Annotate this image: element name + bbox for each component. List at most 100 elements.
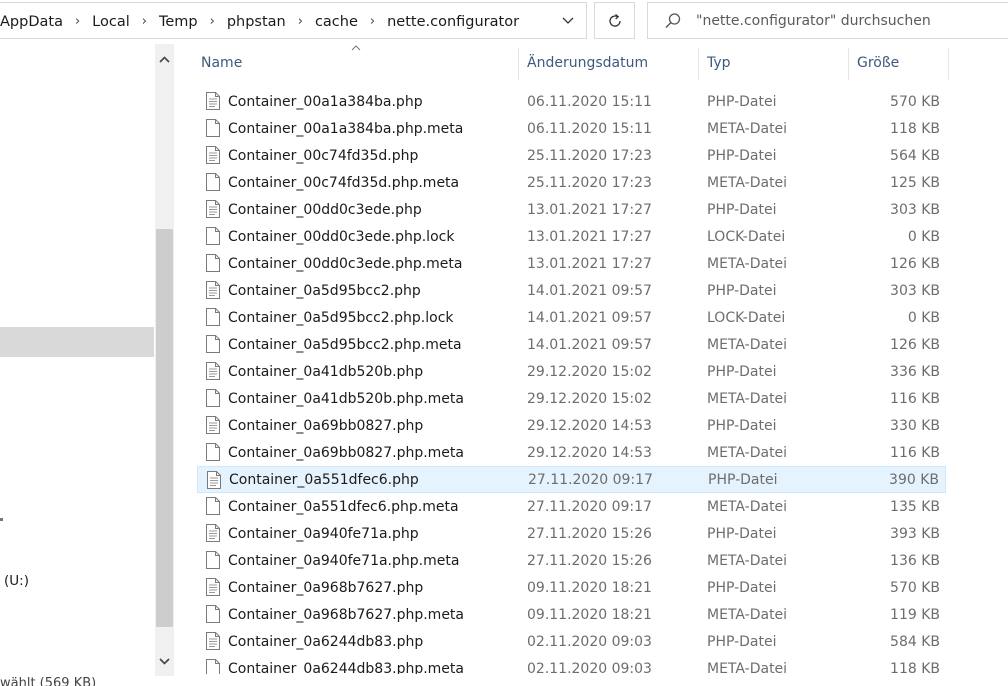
file-row[interactable]: Container_0a940fe71a.php.meta 27.11.2020 … (197, 547, 946, 574)
file-row[interactable]: Container_00dd0c3ede.php.meta 13.01.2021 … (197, 250, 946, 277)
breadcrumb-separator-icon[interactable]: › (289, 14, 312, 29)
column-divider[interactable] (518, 48, 519, 80)
navigation-pane: (U:) (0, 44, 176, 676)
generic-file-icon (206, 227, 220, 249)
file-name: Container_0a69bb0827.php (228, 417, 424, 434)
scroll-up-button[interactable] (155, 44, 174, 74)
file-row[interactable]: Container_0a6244db83.php 02.11.2020 09:03… (197, 628, 946, 655)
php-file-icon (206, 200, 220, 222)
scroll-thumb[interactable] (156, 229, 173, 627)
file-name: Container_0a41db520b.php (228, 363, 424, 380)
php-file-icon (206, 146, 220, 168)
file-row[interactable]: Container_00c74fd35d.php 25.11.2020 17:23… (197, 142, 946, 169)
file-row[interactable]: Container_00dd0c3ede.php 13.01.2021 17:27… (197, 196, 946, 223)
file-date: 09.11.2020 18:21 (527, 579, 652, 596)
nav-item-marker (0, 518, 3, 521)
nav-selected-item[interactable] (0, 327, 154, 357)
column-header-name[interactable]: Name (201, 44, 242, 82)
file-row[interactable]: Container_00c74fd35d.php.meta 25.11.2020 … (197, 169, 946, 196)
file-date: 13.01.2021 17:27 (527, 255, 652, 272)
breadcrumb-separator-icon[interactable]: › (66, 14, 89, 29)
sort-ascending-icon (351, 45, 361, 51)
file-date: 09.11.2020 18:21 (527, 606, 652, 623)
chevron-down-icon (159, 657, 170, 665)
breadcrumb-nette-configurator[interactable]: nette.configurator (384, 14, 522, 30)
column-divider[interactable] (848, 48, 849, 80)
column-divider[interactable] (698, 48, 699, 80)
generic-file-icon (206, 443, 220, 465)
status-bar-text: wählt (569 KB) (0, 676, 97, 686)
nav-drive-u[interactable]: (U:) (4, 573, 29, 589)
file-name: Container_0a6244db83.php (228, 633, 424, 650)
file-name: Container_0a940fe71a.php (228, 525, 419, 542)
search-box[interactable] (647, 2, 1008, 39)
file-size: 135 KB (890, 498, 940, 515)
file-row[interactable]: Container_00a1a384ba.php 06.11.2020 15:11… (197, 88, 946, 115)
file-name: Container_00dd0c3ede.php (228, 201, 422, 218)
file-row[interactable]: Container_0a69bb0827.php 29.12.2020 14:53… (197, 412, 946, 439)
file-row[interactable]: Container_0a5d95bcc2.php 14.01.2021 09:57… (197, 277, 946, 304)
file-date: 14.01.2021 09:57 (527, 309, 652, 326)
breadcrumb-cache[interactable]: cache (312, 14, 361, 30)
file-date: 27.11.2020 15:26 (527, 552, 652, 569)
breadcrumb-separator-icon[interactable]: › (133, 14, 156, 29)
refresh-button[interactable] (594, 2, 635, 39)
generic-file-icon (206, 497, 220, 519)
breadcrumb: AppData › Local › Temp › phpstan › cache… (0, 3, 522, 40)
generic-file-icon (206, 605, 220, 627)
file-size: 584 KB (890, 633, 940, 650)
php-file-icon (206, 632, 220, 654)
file-type: META-Datei (707, 498, 788, 515)
file-row[interactable]: Container_0a551dfec6.php.meta 27.11.2020 … (197, 493, 946, 520)
file-row[interactable]: Container_0a41db520b.php 29.12.2020 15:02… (197, 358, 946, 385)
generic-file-icon (206, 119, 220, 141)
file-name: Container_00c74fd35d.php.meta (228, 174, 460, 191)
breadcrumb-separator-icon[interactable]: › (201, 14, 224, 29)
file-row[interactable]: Container_00dd0c3ede.php.lock 13.01.2021 … (197, 223, 946, 250)
file-name: Container_0a5d95bcc2.php.meta (228, 336, 462, 353)
column-header-type[interactable]: Typ (707, 44, 731, 82)
generic-file-icon (206, 659, 220, 674)
file-type: PHP-Datei (707, 417, 777, 434)
file-row[interactable]: Container_0a5d95bcc2.php.lock 14.01.2021 … (197, 304, 946, 331)
php-file-icon (206, 281, 220, 303)
generic-file-icon (206, 173, 220, 195)
scroll-down-button[interactable] (155, 646, 174, 676)
file-row[interactable]: Container_0a5d95bcc2.php.meta 14.01.2021 … (197, 331, 946, 358)
file-row[interactable]: Container_0a69bb0827.php.meta 29.12.2020 … (197, 439, 946, 466)
file-row[interactable]: Container_0a940fe71a.php 27.11.2020 15:26… (197, 520, 946, 547)
file-row[interactable]: Container_0a968b7627.php.meta 09.11.2020 … (197, 601, 946, 628)
breadcrumb-temp[interactable]: Temp (156, 14, 201, 30)
file-row[interactable]: Container_0a6244db83.php.meta 02.11.2020 … (197, 655, 946, 674)
breadcrumb-local[interactable]: Local (89, 14, 133, 30)
file-row[interactable]: Container_0a551dfec6.php 27.11.2020 09:17… (197, 466, 946, 493)
file-row[interactable]: Container_0a968b7627.php 09.11.2020 18:21… (197, 574, 946, 601)
file-date: 27.11.2020 09:17 (527, 498, 652, 515)
file-type: META-Datei (707, 660, 788, 675)
breadcrumb-separator-icon[interactable]: › (361, 14, 384, 29)
column-header-date[interactable]: Änderungsdatum (527, 44, 648, 82)
chevron-down-icon (562, 17, 573, 24)
file-size: 116 KB (890, 444, 940, 461)
address-history-dropdown[interactable] (549, 3, 586, 38)
file-list: Container_00a1a384ba.php 06.11.2020 15:11… (197, 88, 946, 674)
breadcrumb-phpstan[interactable]: phpstan (224, 14, 289, 30)
file-type: META-Datei (707, 552, 788, 569)
search-input[interactable] (696, 3, 1006, 38)
column-divider[interactable] (948, 48, 949, 80)
file-size: 118 KB (890, 660, 940, 675)
breadcrumb-appdata[interactable]: AppData (0, 14, 66, 30)
file-size: 119 KB (890, 606, 940, 623)
file-size: 570 KB (890, 579, 940, 596)
file-name: Container_0a69bb0827.php.meta (228, 444, 464, 461)
file-date: 14.01.2021 09:57 (527, 282, 652, 299)
address-bar[interactable]: AppData › Local › Temp › phpstan › cache… (0, 2, 587, 39)
file-type: META-Datei (707, 444, 788, 461)
nav-scrollbar[interactable] (155, 44, 174, 676)
chevron-up-icon (159, 55, 170, 63)
file-row[interactable]: Container_0a41db520b.php.meta 29.12.2020 … (197, 385, 946, 412)
generic-file-icon (206, 335, 220, 357)
file-row[interactable]: Container_00a1a384ba.php.meta 06.11.2020 … (197, 115, 946, 142)
column-header-size[interactable]: Größe (857, 44, 899, 82)
file-size: 303 KB (890, 282, 940, 299)
